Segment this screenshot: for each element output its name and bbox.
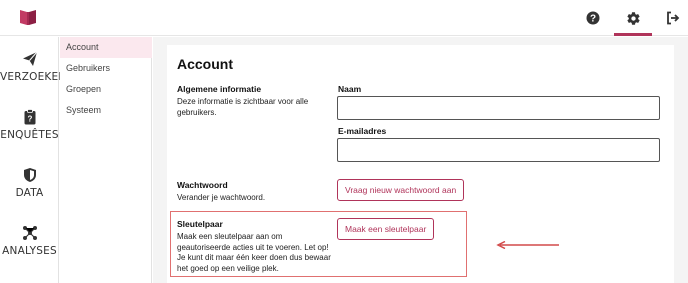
nav-item-enquetes[interactable]: ? ENQUÊTES [0,109,59,141]
keypair-title: Sleutelpaar [177,219,223,229]
general-info-description: Deze informatie is zichtbaar voor alle g… [177,97,309,117]
create-keypair-button[interactable]: Maak een sleutelpaar [337,218,435,240]
subnav-item-systeem[interactable]: Systeem [60,100,152,121]
active-indicator [614,33,652,36]
request-new-password-button[interactable]: Vraag nieuw wachtwoord aan [337,179,465,201]
password-title: Wachtwoord [177,180,228,190]
name-field[interactable] [337,96,660,120]
book-logo-icon[interactable] [18,7,38,27]
svg-text:?: ? [27,115,32,124]
keypair-description: Maak een sleutelpaar aan om geautoriseer… [177,232,331,273]
settings-subnavigation: Account Gebruikers Groepen Systeem [60,37,152,283]
pointer-arrow-icon [496,241,559,249]
general-info-title: Algemene informatie [177,84,262,94]
network-icon [22,226,37,240]
nav-label: VERZOEKEN [0,71,67,83]
settings-gear-icon[interactable] [623,8,643,28]
nav-item-analyses[interactable]: ANALYSES [0,225,59,257]
top-bar: ? [0,0,688,36]
help-icon[interactable]: ? [583,8,603,28]
paper-plane-icon [22,51,37,66]
survey-clipboard-icon: ? [24,109,35,125]
main-content: Account Algemene informatie Deze informa… [153,37,688,283]
logout-icon[interactable] [663,8,683,28]
email-label: E-mailadres [338,126,387,136]
page-title: Account [177,56,233,72]
password-description: Verander je wachtwoord. [177,193,266,202]
subnav-item-gebruikers[interactable]: Gebruikers [60,58,152,79]
nav-label: DATA [15,187,44,199]
email-field[interactable] [337,138,660,162]
subnav-item-groepen[interactable]: Groepen [60,79,152,100]
subnav-item-account[interactable]: Account [60,37,152,58]
nav-item-data[interactable]: DATA [0,167,59,199]
svg-text:?: ? [590,14,596,25]
nav-label: ENQUÊTES [0,129,59,141]
shield-icon [23,168,36,182]
nav-label: ANALYSES [2,245,57,257]
account-card: Account Algemene informatie Deze informa… [167,45,674,283]
name-label: Naam [338,84,362,94]
main-navigation: VERZOEKEN ? ENQUÊTES DATA ANALYSES [0,37,67,283]
nav-item-verzoeken[interactable]: VERZOEKEN [0,51,67,83]
